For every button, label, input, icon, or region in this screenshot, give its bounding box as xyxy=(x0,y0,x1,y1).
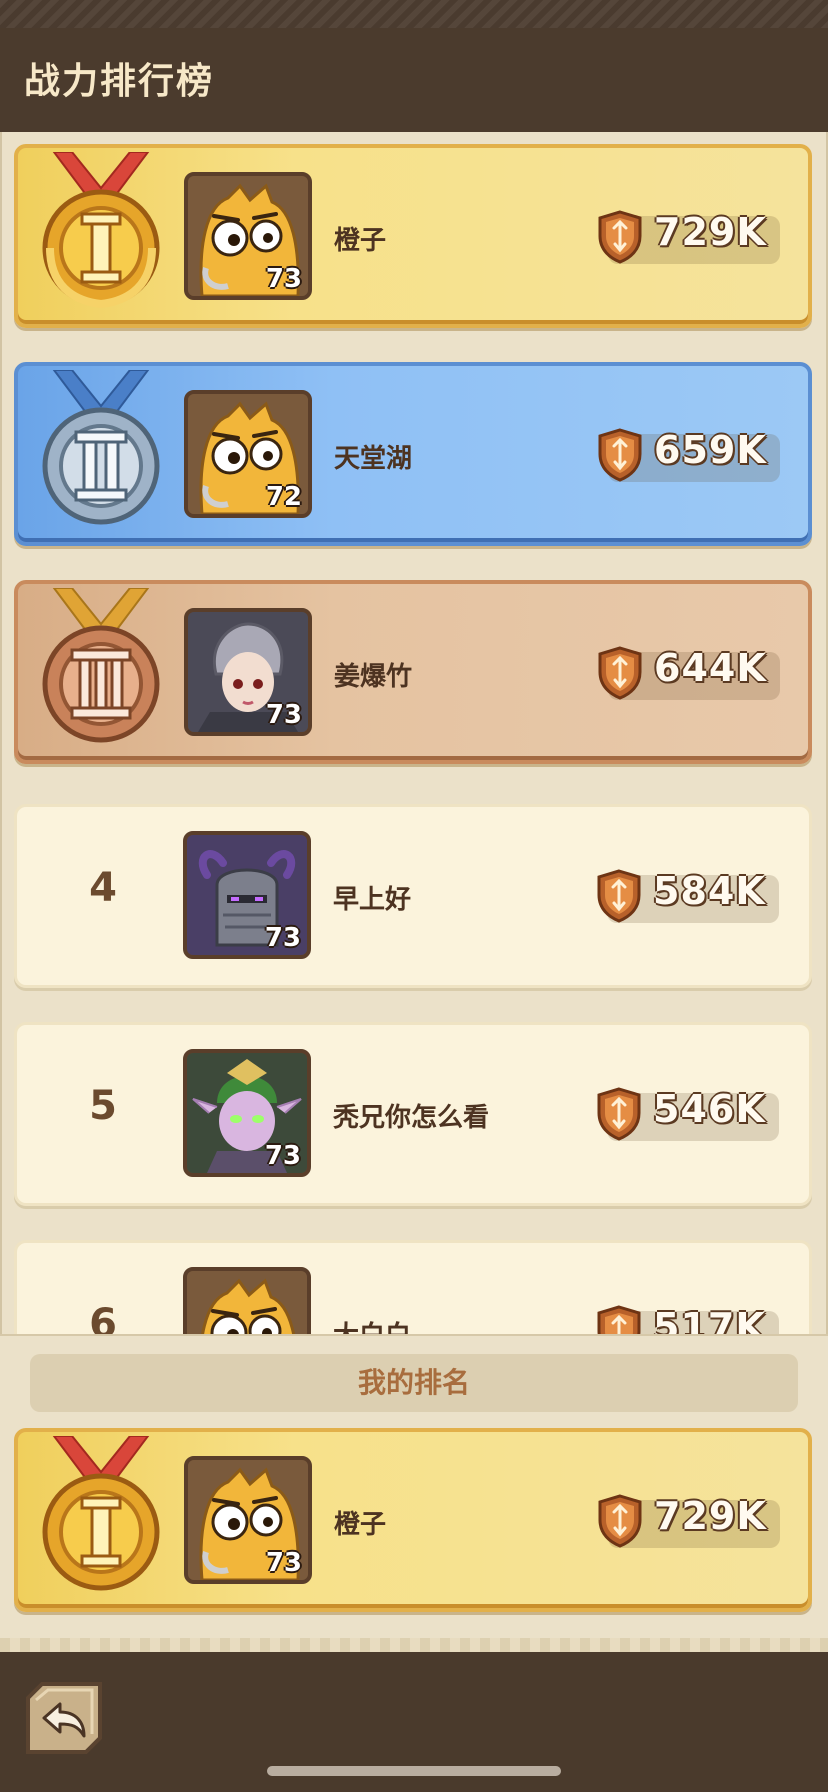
rank-number: 6 xyxy=(89,1301,117,1334)
bottom-decor-strip xyxy=(0,1638,828,1652)
player-name: 姜爆竹 xyxy=(334,662,413,692)
player-avatar[interactable]: 73 xyxy=(184,172,312,300)
player-avatar[interactable] xyxy=(183,1267,311,1334)
player-name: 早上好 xyxy=(333,885,412,915)
gold-medal-icon xyxy=(42,1436,160,1591)
player-level: 73 xyxy=(264,1141,301,1171)
player-name: 天堂湖 xyxy=(334,444,413,474)
player-avatar[interactable]: 73 xyxy=(184,1456,312,1584)
power-shield-icon xyxy=(595,1305,643,1334)
player-name: 橙子 xyxy=(334,226,387,256)
power-value: 729K xyxy=(654,210,767,254)
power-shield-icon xyxy=(596,1494,644,1548)
player-level: 73 xyxy=(264,923,301,953)
silver-medal-icon xyxy=(42,370,160,525)
power-shield-icon xyxy=(596,428,644,482)
player-avatar[interactable]: 72 xyxy=(184,390,312,518)
player-avatar[interactable]: 73 xyxy=(183,1049,311,1177)
my-rank-section: 我的排名 73 橙子 729K xyxy=(0,1334,828,1654)
player-avatar[interactable]: 73 xyxy=(183,831,311,959)
ranking-list[interactable]: 73 橙子 729K 72 天堂湖 659K 73 姜爆竹 644K 4 73 … xyxy=(0,132,828,1334)
power-value: 729K xyxy=(654,1494,767,1538)
rank-row-1[interactable]: 73 橙子 729K xyxy=(14,144,812,328)
bronze-medal-icon xyxy=(42,588,160,743)
rank-number: 5 xyxy=(89,1083,117,1129)
player-avatar[interactable]: 73 xyxy=(184,608,312,736)
my-rank-banner: 我的排名 xyxy=(30,1354,798,1412)
power-shield-icon xyxy=(595,1087,643,1141)
power-value: 546K xyxy=(653,1087,766,1131)
player-level: 73 xyxy=(265,700,302,730)
rank-row-6[interactable]: 6 大白白 517K xyxy=(14,1240,812,1334)
back-arrow-icon[interactable] xyxy=(26,1682,102,1754)
rank-row-5[interactable]: 5 73 秃兄你怎么看 546K xyxy=(14,1022,812,1206)
player-level: 73 xyxy=(265,1548,302,1578)
home-indicator[interactable] xyxy=(267,1766,561,1776)
power-value: 517K xyxy=(653,1305,766,1334)
top-decor-band xyxy=(0,0,828,28)
my-rank-row[interactable]: 73 橙子 729K xyxy=(14,1428,812,1612)
power-shield-icon xyxy=(596,646,644,700)
blob-avatar-icon xyxy=(187,1271,307,1334)
power-shield-icon xyxy=(595,869,643,923)
player-level: 73 xyxy=(265,264,302,294)
player-level: 72 xyxy=(265,482,302,512)
rank-row-2[interactable]: 72 天堂湖 659K xyxy=(14,362,812,546)
power-value: 659K xyxy=(654,428,767,472)
gold-medal-icon xyxy=(42,152,160,309)
page-title: 战力排行榜 xyxy=(24,61,215,102)
rank-row-4[interactable]: 4 73 早上好 584K xyxy=(14,804,812,988)
power-value: 644K xyxy=(654,646,767,690)
power-shield-icon xyxy=(596,210,644,264)
player-name: 橙子 xyxy=(334,1510,387,1540)
player-name: 秃兄你怎么看 xyxy=(333,1103,490,1133)
power-value: 584K xyxy=(653,869,766,913)
player-name: 大白白 xyxy=(333,1315,411,1334)
rank-number: 4 xyxy=(89,865,117,911)
rank-row-3[interactable]: 73 姜爆竹 644K xyxy=(14,580,812,764)
